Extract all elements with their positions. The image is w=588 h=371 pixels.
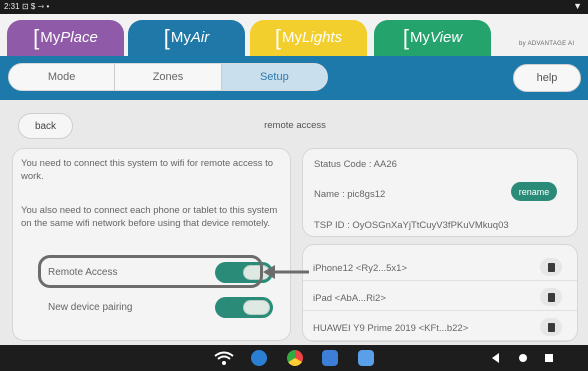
camera-icon[interactable] (358, 350, 374, 366)
recents-icon[interactable] (545, 354, 553, 362)
remote-access-card: You need to connect this system to wifi … (12, 148, 291, 341)
brand-logo: by ADVANTAGE AI (519, 41, 575, 47)
status-time: 2:31 (4, 2, 20, 11)
tab-myair-prefix: My (170, 29, 191, 46)
back-icon[interactable] (492, 353, 499, 363)
toggle-knob (243, 299, 270, 315)
tab-zones[interactable]: Zones (115, 64, 222, 90)
tsp-id: TSP ID : OyOSGnXaYjTtCuyV3fPKuVMkuq03 (314, 220, 509, 231)
device-name: HUAWEI Y9 Prime 2019 <KFt...b22> (313, 323, 469, 334)
device-name: iPhone12 <Ry2...5x1> (313, 263, 408, 274)
calendar-icon[interactable] (322, 350, 338, 366)
tab-mylights-prefix: My (282, 29, 303, 46)
list-item: iPhone12 <Ry2...5x1> (303, 253, 577, 281)
tab-myview-prefix: My (409, 29, 430, 46)
wifi-icon (214, 351, 234, 365)
status-code: Status Code : AA26 (314, 159, 397, 170)
delete-icon[interactable] (540, 288, 562, 306)
tab-myview-label: View (429, 29, 463, 46)
tab-myair-label: Air (190, 29, 210, 46)
chrome-icon[interactable] (287, 350, 303, 366)
nav-band: Mode Zones Setup help (0, 56, 588, 100)
delete-icon[interactable] (540, 318, 562, 336)
battery-icon: ▼ (573, 1, 582, 11)
device-pairing-toggle[interactable] (215, 296, 273, 318)
android-nav-bar (0, 345, 588, 371)
system-status-card: Status Code : AA26 Name : pic8gs12 renam… (302, 148, 578, 237)
page-title: remote access (264, 120, 326, 131)
list-item: iPad <AbA...Ri2> (303, 283, 577, 311)
highlight-outline (38, 255, 263, 288)
tab-myplace-label: Place (60, 29, 98, 46)
device-instruction-text: You also need to connect each phone or t… (21, 205, 278, 229)
delete-icon[interactable] (540, 258, 562, 276)
help-button[interactable]: help (513, 64, 581, 92)
tab-mylights-label: Lights (302, 29, 343, 46)
device-name: iPad <AbA...Ri2> (313, 293, 386, 304)
status-bar: 2:31 ⊡ $ ⇾ • ▼ (0, 0, 588, 14)
tab-myplace-prefix: My (40, 29, 61, 46)
arrow-icon (263, 265, 309, 279)
tab-setup[interactable]: Setup (221, 64, 327, 90)
device-pairing-row: New device pairing (48, 295, 273, 319)
device-pairing-label: New device pairing (48, 301, 133, 313)
app-tab-bar: [My Place [My Air [My Lights [My View by ADV… (0, 14, 588, 64)
rename-button[interactable]: rename (511, 182, 557, 201)
wifi-instruction-text: You need to connect this system to wifi … (21, 158, 274, 182)
messenger-icon[interactable] (251, 350, 267, 366)
system-name: Name : pic8gs12 (314, 189, 386, 200)
tab-mode[interactable]: Mode (9, 64, 116, 90)
segmented-control: Mode Zones Setup (8, 63, 328, 91)
status-notifications: ⊡ $ ⇾ • (22, 2, 50, 11)
device-list: iPhone12 <Ry2...5x1> iPad <AbA...Ri2> HU… (302, 244, 578, 342)
back-button[interactable]: back (18, 113, 73, 139)
home-icon[interactable] (519, 354, 527, 362)
list-item: HUAWEI Y9 Prime 2019 <KFt...b22> (303, 313, 577, 341)
